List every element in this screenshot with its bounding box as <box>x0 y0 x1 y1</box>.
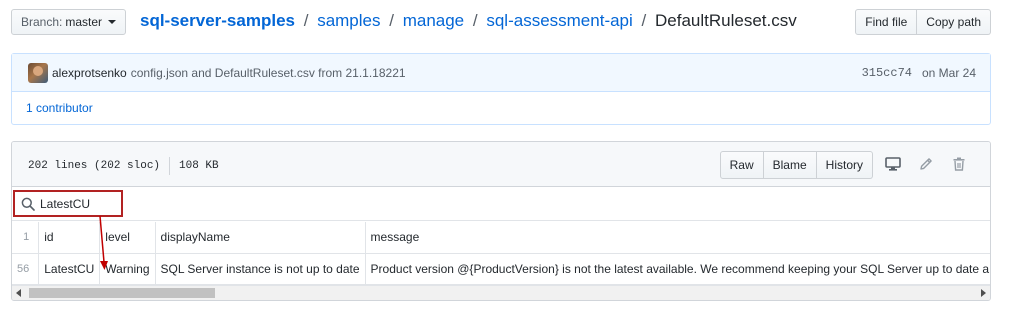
file-header: 202 lines (202 sloc) 108 KB Raw Blame Hi… <box>12 142 990 187</box>
table-cell-displayname: SQL Server instance is not up to date <box>154 252 366 285</box>
commit-author-link[interactable]: alexprotsenko <box>52 66 127 80</box>
line-number[interactable]: 1 <box>12 222 40 254</box>
horizontal-scrollbar[interactable] <box>12 285 990 300</box>
line-number[interactable]: 56 <box>12 252 40 285</box>
table-row: 56 LatestCU Warning SQL Server instance … <box>12 252 990 285</box>
search-query: LatestCU <box>40 196 91 211</box>
branch-selector-button[interactable]: Branch: master <box>11 9 127 35</box>
file-viewer: 202 lines (202 sloc) 108 KB Raw Blame Hi… <box>11 141 991 301</box>
column-header-id: id <box>38 222 101 254</box>
commit-message-link[interactable]: config.json and DefaultRuleset.csv from … <box>131 66 406 80</box>
breadcrumb-current-file: DefaultRuleset.csv <box>655 11 797 30</box>
table-cell-message: Product version @{ProductVersion} is not… <box>364 252 990 285</box>
table-cell-id: LatestCU <box>38 252 101 285</box>
contributors-link[interactable]: 1 contributor <box>12 92 990 124</box>
scrollbar-thumb[interactable] <box>29 288 215 298</box>
top-bar: Branch: master sql-server-samples / samp… <box>11 9 991 37</box>
breadcrumb-link-manage[interactable]: manage <box>403 11 464 30</box>
search-icon <box>21 197 35 211</box>
breadcrumb-separator: / <box>389 11 394 30</box>
commit-date: on Mar 24 <box>921 66 976 80</box>
csv-search-input[interactable]: LatestCU <box>13 190 123 217</box>
copy-path-button[interactable]: Copy path <box>917 9 991 35</box>
table-header-row: 1 id level displayName message <box>12 222 990 254</box>
file-actions-group: Raw Blame History <box>719 151 873 179</box>
commit-sha-link[interactable]: 315cc74 <box>862 66 912 80</box>
pencil-icon[interactable] <box>917 155 935 173</box>
file-nav-button-group: Find file Copy path <box>855 9 991 35</box>
breadcrumb-link-samples[interactable]: samples <box>317 11 380 30</box>
scroll-left-arrow-icon[interactable] <box>16 289 21 297</box>
desktop-icon[interactable] <box>884 155 902 173</box>
chevron-down-icon <box>108 20 117 24</box>
scroll-right-arrow-icon[interactable] <box>981 289 986 297</box>
column-header-displayname: displayName <box>154 222 366 254</box>
raw-button[interactable]: Raw <box>719 151 764 179</box>
history-button[interactable]: History <box>816 151 873 179</box>
breadcrumb-separator: / <box>641 11 647 30</box>
column-header-level: level <box>99 222 156 254</box>
breadcrumb-separator: / <box>472 11 478 30</box>
file-size: 108 KB <box>179 160 219 172</box>
breadcrumb-link-sql-assessment-api[interactable]: sql-assessment-api <box>486 11 632 30</box>
latest-commit-row: alexprotsenko config.json and DefaultRul… <box>12 54 990 92</box>
csv-search-row: LatestCU <box>12 187 990 221</box>
commit-info-box: alexprotsenko config.json and DefaultRul… <box>11 53 991 125</box>
find-file-button[interactable]: Find file <box>855 9 918 35</box>
file-info: 202 lines (202 sloc) 108 KB <box>28 157 219 175</box>
file-info-divider <box>169 157 171 175</box>
table-cell-level: Warning <box>99 252 156 285</box>
branch-name: master <box>65 15 103 29</box>
avatar[interactable] <box>28 62 48 83</box>
blame-button[interactable]: Blame <box>763 151 817 179</box>
branch-label: Branch: <box>21 15 63 29</box>
file-line-count: 202 lines (202 sloc) <box>28 160 161 172</box>
trash-icon[interactable] <box>950 155 968 173</box>
csv-table: 1 id level displayName message 56 Latest… <box>12 222 990 285</box>
breadcrumb-separator: / <box>303 11 309 30</box>
column-header-message: message <box>364 222 990 254</box>
breadcrumb: sql-server-samples / samples / manage / … <box>140 11 797 31</box>
breadcrumb-repo-link[interactable]: sql-server-samples <box>140 11 295 30</box>
